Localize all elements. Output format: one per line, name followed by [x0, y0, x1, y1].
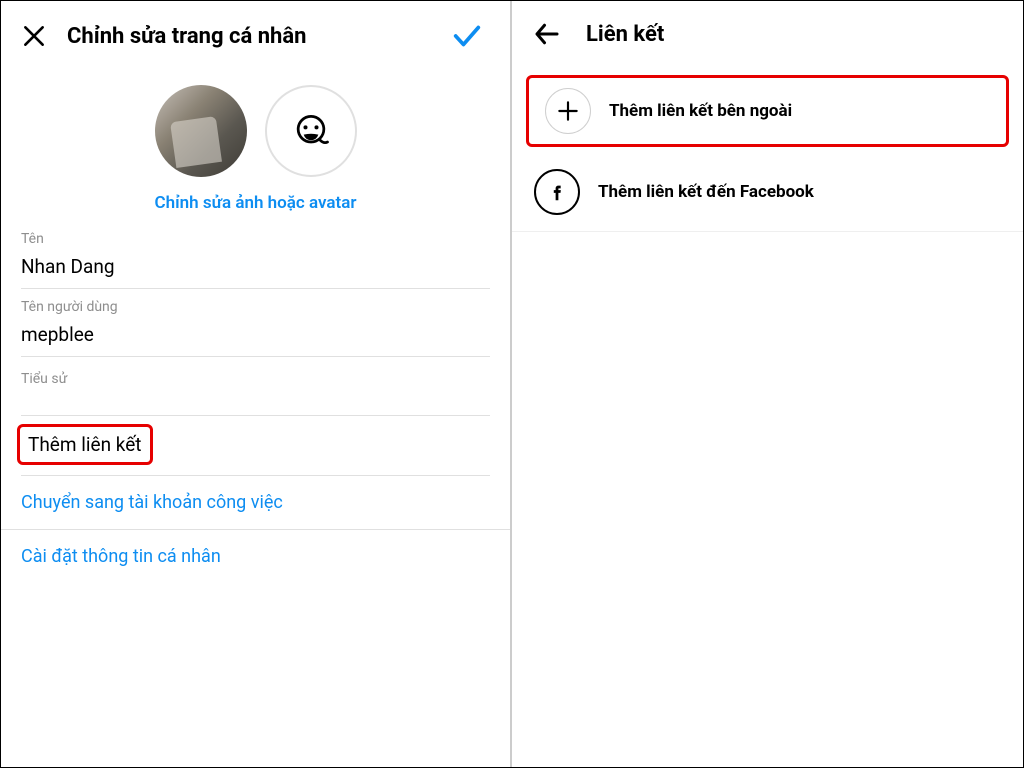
field-name-label: Tên [21, 231, 490, 247]
back-arrow-icon[interactable] [532, 19, 562, 49]
field-username-label: Tên người dùng [21, 299, 490, 315]
field-username-value: mepblee [21, 315, 490, 357]
add-external-link-label: Thêm liên kết bên ngoài [609, 101, 792, 121]
field-name[interactable]: Tên Nhan Dang [1, 231, 510, 289]
profile-avatar[interactable] [155, 85, 247, 177]
links-pane: Liên kết Thêm liên kết bên ngoài Thêm li… [512, 1, 1023, 767]
app-container: Chỉnh sửa trang cá nhân Chỉnh sửa ảnh ho… [0, 0, 1024, 768]
edit-profile-pane: Chỉnh sửa trang cá nhân Chỉnh sửa ảnh ho… [1, 1, 512, 767]
plus-icon [545, 88, 591, 134]
avatar-row [1, 85, 510, 177]
right-header: Liên kết [512, 1, 1023, 67]
avatar-style-button[interactable] [265, 85, 357, 177]
personal-info-row[interactable]: Cài đặt thông tin cá nhân [1, 530, 510, 583]
field-name-value: Nhan Dang [21, 247, 490, 289]
page-title: Chỉnh sửa trang cá nhân [67, 24, 450, 49]
add-link-row[interactable]: Thêm liên kết [28, 433, 142, 456]
add-facebook-link-label: Thêm liên kết đến Facebook [598, 182, 814, 202]
facebook-icon [534, 169, 580, 215]
page-title: Liên kết [586, 22, 1003, 47]
edit-photo-link[interactable]: Chỉnh sửa ảnh hoặc avatar [1, 193, 510, 213]
add-link-row-highlight: Thêm liên kết [17, 424, 153, 465]
close-icon[interactable] [21, 23, 47, 49]
field-bio[interactable]: Tiểu sử [1, 371, 510, 416]
field-bio-value [21, 387, 490, 416]
add-facebook-link-option[interactable]: Thêm liên kết đến Facebook [512, 153, 1023, 232]
add-external-link-option[interactable]: Thêm liên kết bên ngoài [526, 75, 1009, 147]
switch-account-row[interactable]: Chuyển sang tài khoản công việc [1, 476, 510, 530]
field-username[interactable]: Tên người dùng mepblee [1, 299, 510, 357]
confirm-check-icon[interactable] [450, 19, 484, 53]
field-bio-label: Tiểu sử [21, 371, 490, 387]
left-header: Chỉnh sửa trang cá nhân [1, 1, 510, 71]
